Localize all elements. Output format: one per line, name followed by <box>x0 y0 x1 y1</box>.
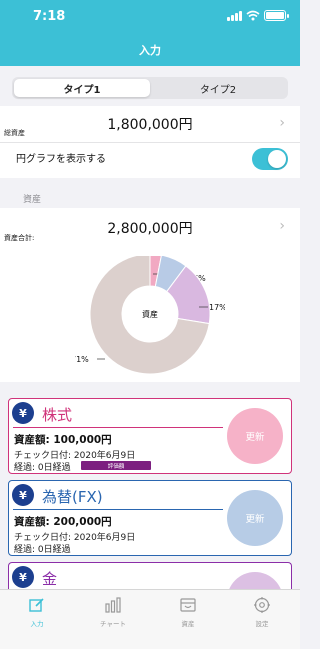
gear-icon <box>254 597 270 613</box>
assets-sum-value[interactable]: 2,800,000円 <box>0 218 300 238</box>
tab-settings[interactable]: 設定 <box>232 596 292 628</box>
total-assets-value[interactable]: 1,800,000円 <box>0 114 300 134</box>
tab-bar: 入力 チャート 資産 設定 <box>0 589 300 649</box>
tab-label: 入力 <box>30 620 44 628</box>
battery-icon <box>264 10 289 21</box>
card-title: 株式 <box>42 406 73 424</box>
card-title: 金 <box>42 570 58 588</box>
valuation-badge: 評価額 <box>81 461 151 470</box>
card-elapsed: 経過: 0日経過 <box>14 463 71 473</box>
segment-type2[interactable]: タイプ2 <box>150 79 286 97</box>
card-elapsed: 経過: 0日経過 <box>14 545 71 555</box>
card-title: 為替(FX) <box>42 488 103 506</box>
tab-label: 設定 <box>255 620 269 628</box>
edit-icon <box>29 598 44 612</box>
tab-input[interactable]: 入力 <box>7 596 67 628</box>
asset-donut-chart: 3%7%17%71%資産 <box>75 256 225 375</box>
asset-card-fx[interactable]: ¥ 為替(FX) 資産額: 200,000円 チェック日付: 2020年6月9日… <box>8 480 292 556</box>
signal-icon <box>227 10 242 21</box>
money-bag-icon: ¥ <box>12 402 34 424</box>
assets-section-header: 資産 <box>23 195 42 205</box>
divider <box>0 142 300 143</box>
chevron-right-icon[interactable]: › <box>279 115 285 131</box>
segment-type1[interactable]: タイプ1 <box>14 79 150 97</box>
pie-toggle-switch[interactable] <box>252 148 288 170</box>
tab-label: チャート <box>100 620 126 628</box>
nav-header: 7:18 入力 <box>0 0 300 66</box>
pie-toggle-label: 円グラフを表示する <box>16 154 106 165</box>
asset-card-stocks[interactable]: ¥ 株式 資産額: 100,000円 チェック日付: 2020年6月9日 経過:… <box>8 398 292 474</box>
update-button[interactable]: 更新 <box>227 490 283 546</box>
donut-center-label: 資産 <box>142 309 158 319</box>
wifi-icon <box>246 10 260 21</box>
total-assets-section: 総資産 1,800,000円 › 円グラフを表示する <box>0 106 300 178</box>
bar-chart-icon <box>105 597 121 613</box>
chevron-right-icon[interactable]: › <box>279 218 285 234</box>
tab-assets[interactable]: 資産 <box>158 596 218 628</box>
title-underline <box>13 427 223 429</box>
money-bag-icon: ¥ <box>12 566 34 588</box>
card-amount: 資産額: 200,000円 <box>14 516 112 528</box>
safe-icon <box>180 598 196 612</box>
card-amount: 資産額: 100,000円 <box>14 434 112 446</box>
toggle-knob <box>268 150 286 168</box>
pie-slice-label: 71% <box>75 355 89 364</box>
page-title: 入力 <box>139 44 161 57</box>
pie-slice-label: 17% <box>209 303 225 312</box>
tab-label: 資産 <box>181 620 195 628</box>
status-time: 7:18 <box>33 9 66 24</box>
title-underline <box>13 509 223 511</box>
type-segmented-control: タイプ1 タイプ2 <box>12 77 288 99</box>
money-bag-icon: ¥ <box>12 484 34 506</box>
status-icons <box>227 10 289 21</box>
assets-summary-section: 資産合計: 2,800,000円 › 3%7%17%71%資産 <box>0 208 300 382</box>
update-button[interactable]: 更新 <box>227 408 283 464</box>
tab-chart[interactable]: チャート <box>83 596 143 628</box>
